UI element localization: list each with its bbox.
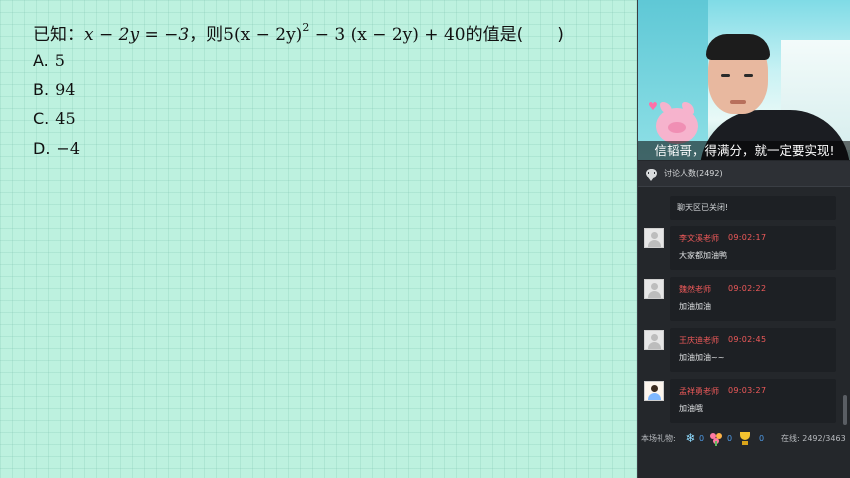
chat-message: 王庆迪老师 09:02:45 加油加油~~: [644, 328, 836, 374]
message-text: 加油加油: [679, 302, 711, 311]
option-letter: C.: [33, 109, 50, 128]
option-value: 94: [55, 80, 76, 99]
option-value: 45: [55, 109, 76, 128]
online-value: 2492/3463: [802, 434, 846, 443]
message-bubble: 孟祥勇老师 09:03:27 加油哦: [670, 379, 836, 423]
gift-count: 0: [699, 434, 705, 443]
option-value: 5: [54, 51, 65, 70]
sender-name: 魏然老师: [679, 285, 711, 294]
gift-footer: 本场礼物: ❄ 0 0 0 在线: 2492/3463: [638, 428, 850, 450]
option-a: A. 5: [33, 51, 65, 70]
message-bubble: 李文溪老师 09:02:17 大家都加油鸭: [670, 226, 836, 270]
sender-name: 孟祥勇老师: [679, 387, 719, 396]
message-time: 09:02:45: [728, 335, 767, 344]
avatar: [644, 381, 664, 401]
gift-count: 0: [759, 434, 765, 443]
question-suffix: 的值是( ): [465, 25, 564, 45]
side-panel: ♥ 信韬哥，得满分，就一定要实现! 讨论人数(2492) 聊天区已关闭! 李文溪…: [637, 0, 850, 478]
flower-gift-icon[interactable]: [709, 432, 724, 446]
chat-message: 孟祥勇老师 09:03:27 加油哦: [644, 379, 836, 425]
question-expression-b: − 3 (x − 2y) + 40: [309, 25, 466, 45]
trophy-gift-icon[interactable]: [739, 432, 751, 445]
chat-message: 魏然老师 09:02:22 加油加油: [644, 277, 836, 323]
question-condition: x − 2y = −3: [84, 25, 190, 45]
avatar: [644, 279, 664, 299]
teacher-hair: [706, 34, 770, 60]
discussion-count: 讨论人数(2492): [664, 169, 723, 178]
message-text: 大家都加油鸭: [679, 251, 727, 260]
pig-sticker-icon: [656, 102, 698, 144]
option-letter: D.: [33, 139, 51, 158]
chat-message: 李文溪老师 09:02:17 大家都加油鸭: [644, 226, 836, 272]
message-time: 09:03:27: [728, 386, 767, 395]
avatar: [644, 330, 664, 350]
chat-closed-notice: 聊天区已关闭!: [670, 196, 836, 220]
snowflake-gift-icon[interactable]: ❄: [684, 432, 697, 445]
gift-count: 0: [727, 434, 733, 443]
gifts-label: 本场礼物:: [641, 434, 676, 443]
option-value: −4: [56, 139, 80, 158]
option-letter: A.: [33, 51, 49, 70]
option-letter: B.: [33, 80, 50, 99]
message-text: 加油加油~~: [679, 353, 725, 362]
question-prefix: 已知：: [33, 25, 84, 45]
option-d: D. −4: [33, 139, 80, 158]
sender-name: 李文溪老师: [679, 234, 719, 243]
option-b: B. 94: [33, 80, 75, 99]
pig-snout: [668, 122, 686, 133]
teacher-eye: [744, 74, 753, 77]
chat-message-list[interactable]: 聊天区已关闭! 李文溪老师 09:02:17 大家都加油鸭 魏然老师 09:02…: [638, 188, 850, 426]
message-bubble: 王庆迪老师 09:02:45 加油加油~~: [670, 328, 836, 372]
question-middle: ，则: [189, 25, 224, 45]
sender-name: 王庆迪老师: [679, 336, 719, 345]
teacher-mouth: [730, 100, 746, 104]
avatar: [644, 228, 664, 248]
chat-dots: [648, 172, 655, 174]
whiteboard: 已知：x − 2y = −3，则5(x − 2y)2 − 3 (x − 2y) …: [0, 0, 637, 478]
discussion-header: 讨论人数(2492): [638, 161, 850, 187]
question-exponent: 2: [302, 21, 310, 35]
message-text: 加油哦: [679, 404, 703, 413]
video-caption: 信韬哥，得满分，就一定要实现!: [638, 141, 850, 160]
teacher-eye: [721, 74, 730, 77]
option-c: C. 45: [33, 109, 76, 128]
online-label: 在线:: [781, 434, 800, 443]
message-bubble: 魏然老师 09:02:22 加油加油: [670, 277, 836, 321]
chat-scrollbar[interactable]: [843, 395, 847, 425]
online-status: 在线: 2492/3463: [781, 428, 846, 450]
message-time: 09:02:17: [728, 233, 767, 242]
question-expression-a: 5(x − 2y): [223, 25, 303, 45]
question-text: 已知：x − 2y = −3，则5(x − 2y)2 − 3 (x − 2y) …: [33, 20, 564, 45]
message-time: 09:02:22: [728, 284, 767, 293]
teacher-video[interactable]: ♥ 信韬哥，得满分，就一定要实现!: [638, 0, 850, 160]
heart-icon: ♥: [648, 100, 658, 113]
